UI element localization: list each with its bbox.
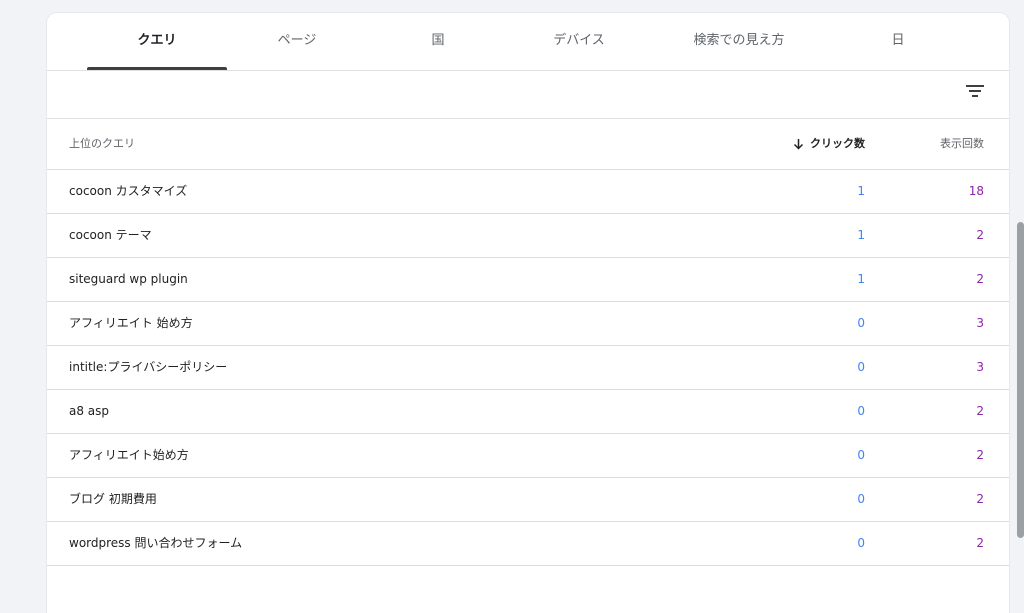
row-clicks: 0 [857, 404, 865, 418]
row-impressions: 2 [976, 536, 984, 550]
table-row[interactable]: アフィリエイト始め方 0 2 [47, 434, 1009, 478]
row-impressions: 3 [976, 316, 984, 330]
sort-down-arrow-icon [793, 138, 804, 150]
row-impressions: 2 [976, 448, 984, 462]
filter-bar [47, 71, 1009, 119]
row-clicks: 0 [857, 360, 865, 374]
row-query: wordpress 問い合わせフォーム [69, 536, 243, 550]
row-query: siteguard wp plugin [69, 272, 188, 286]
tab-queries[interactable]: クエリ [87, 13, 227, 70]
table-row[interactable]: アフィリエイト 始め方 0 3 [47, 302, 1009, 346]
table-row[interactable]: siteguard wp plugin 1 2 [47, 258, 1009, 302]
performance-table-card: クエリ ページ 国 デバイス 検索での見え方 日 上位のクエリ クリック数 表示… [47, 13, 1009, 613]
row-clicks: 1 [857, 184, 865, 198]
tab-devices[interactable]: デバイス [509, 13, 649, 70]
tab-dates[interactable]: 日 [828, 13, 968, 70]
active-tab-indicator [87, 67, 227, 70]
table-row[interactable]: wordpress 問い合わせフォーム 0 2 [47, 522, 1009, 566]
tab-countries[interactable]: 国 [368, 13, 508, 70]
column-header-clicks[interactable]: クリック数 [793, 119, 865, 169]
row-clicks: 1 [857, 272, 865, 286]
row-clicks: 0 [857, 492, 865, 506]
filter-icon[interactable] [966, 84, 984, 98]
table-row[interactable]: cocoon カスタマイズ 1 18 [47, 170, 1009, 214]
table-row[interactable]: intitle:プライバシーポリシー 0 3 [47, 346, 1009, 390]
row-clicks: 0 [857, 448, 865, 462]
row-impressions: 2 [976, 404, 984, 418]
row-impressions: 18 [968, 184, 984, 198]
row-impressions: 3 [976, 360, 984, 374]
column-header-impressions[interactable]: 表示回数 [940, 119, 984, 169]
dimension-tabs: クエリ ページ 国 デバイス 検索での見え方 日 [47, 13, 1009, 71]
row-clicks: 1 [857, 228, 865, 242]
page-scrollbar-thumb[interactable] [1017, 222, 1024, 538]
tab-pages[interactable]: ページ [227, 13, 367, 70]
column-header-query: 上位のクエリ [69, 137, 135, 150]
row-query: アフィリエイト始め方 [69, 448, 189, 462]
row-query: cocoon カスタマイズ [69, 184, 188, 198]
table-row[interactable]: ブログ 初期費用 0 2 [47, 478, 1009, 522]
table-row[interactable]: cocoon テーマ 1 2 [47, 214, 1009, 258]
row-impressions: 2 [976, 492, 984, 506]
row-query: intitle:プライバシーポリシー [69, 360, 228, 374]
table-header: 上位のクエリ クリック数 表示回数 [47, 119, 1009, 170]
row-clicks: 0 [857, 536, 865, 550]
column-header-clicks-label: クリック数 [810, 137, 865, 150]
row-clicks: 0 [857, 316, 865, 330]
tab-search-appearance[interactable]: 検索での見え方 [669, 13, 809, 70]
row-query: アフィリエイト 始め方 [69, 316, 193, 330]
row-query: ブログ 初期費用 [69, 492, 157, 506]
row-impressions: 2 [976, 272, 984, 286]
row-query: a8 asp [69, 404, 110, 418]
row-impressions: 2 [976, 228, 984, 242]
table-row[interactable]: a8 asp 0 2 [47, 390, 1009, 434]
table-body: cocoon カスタマイズ 1 18 cocoon テーマ 1 2 sitegu… [47, 170, 1009, 566]
row-query: cocoon テーマ [69, 228, 152, 242]
